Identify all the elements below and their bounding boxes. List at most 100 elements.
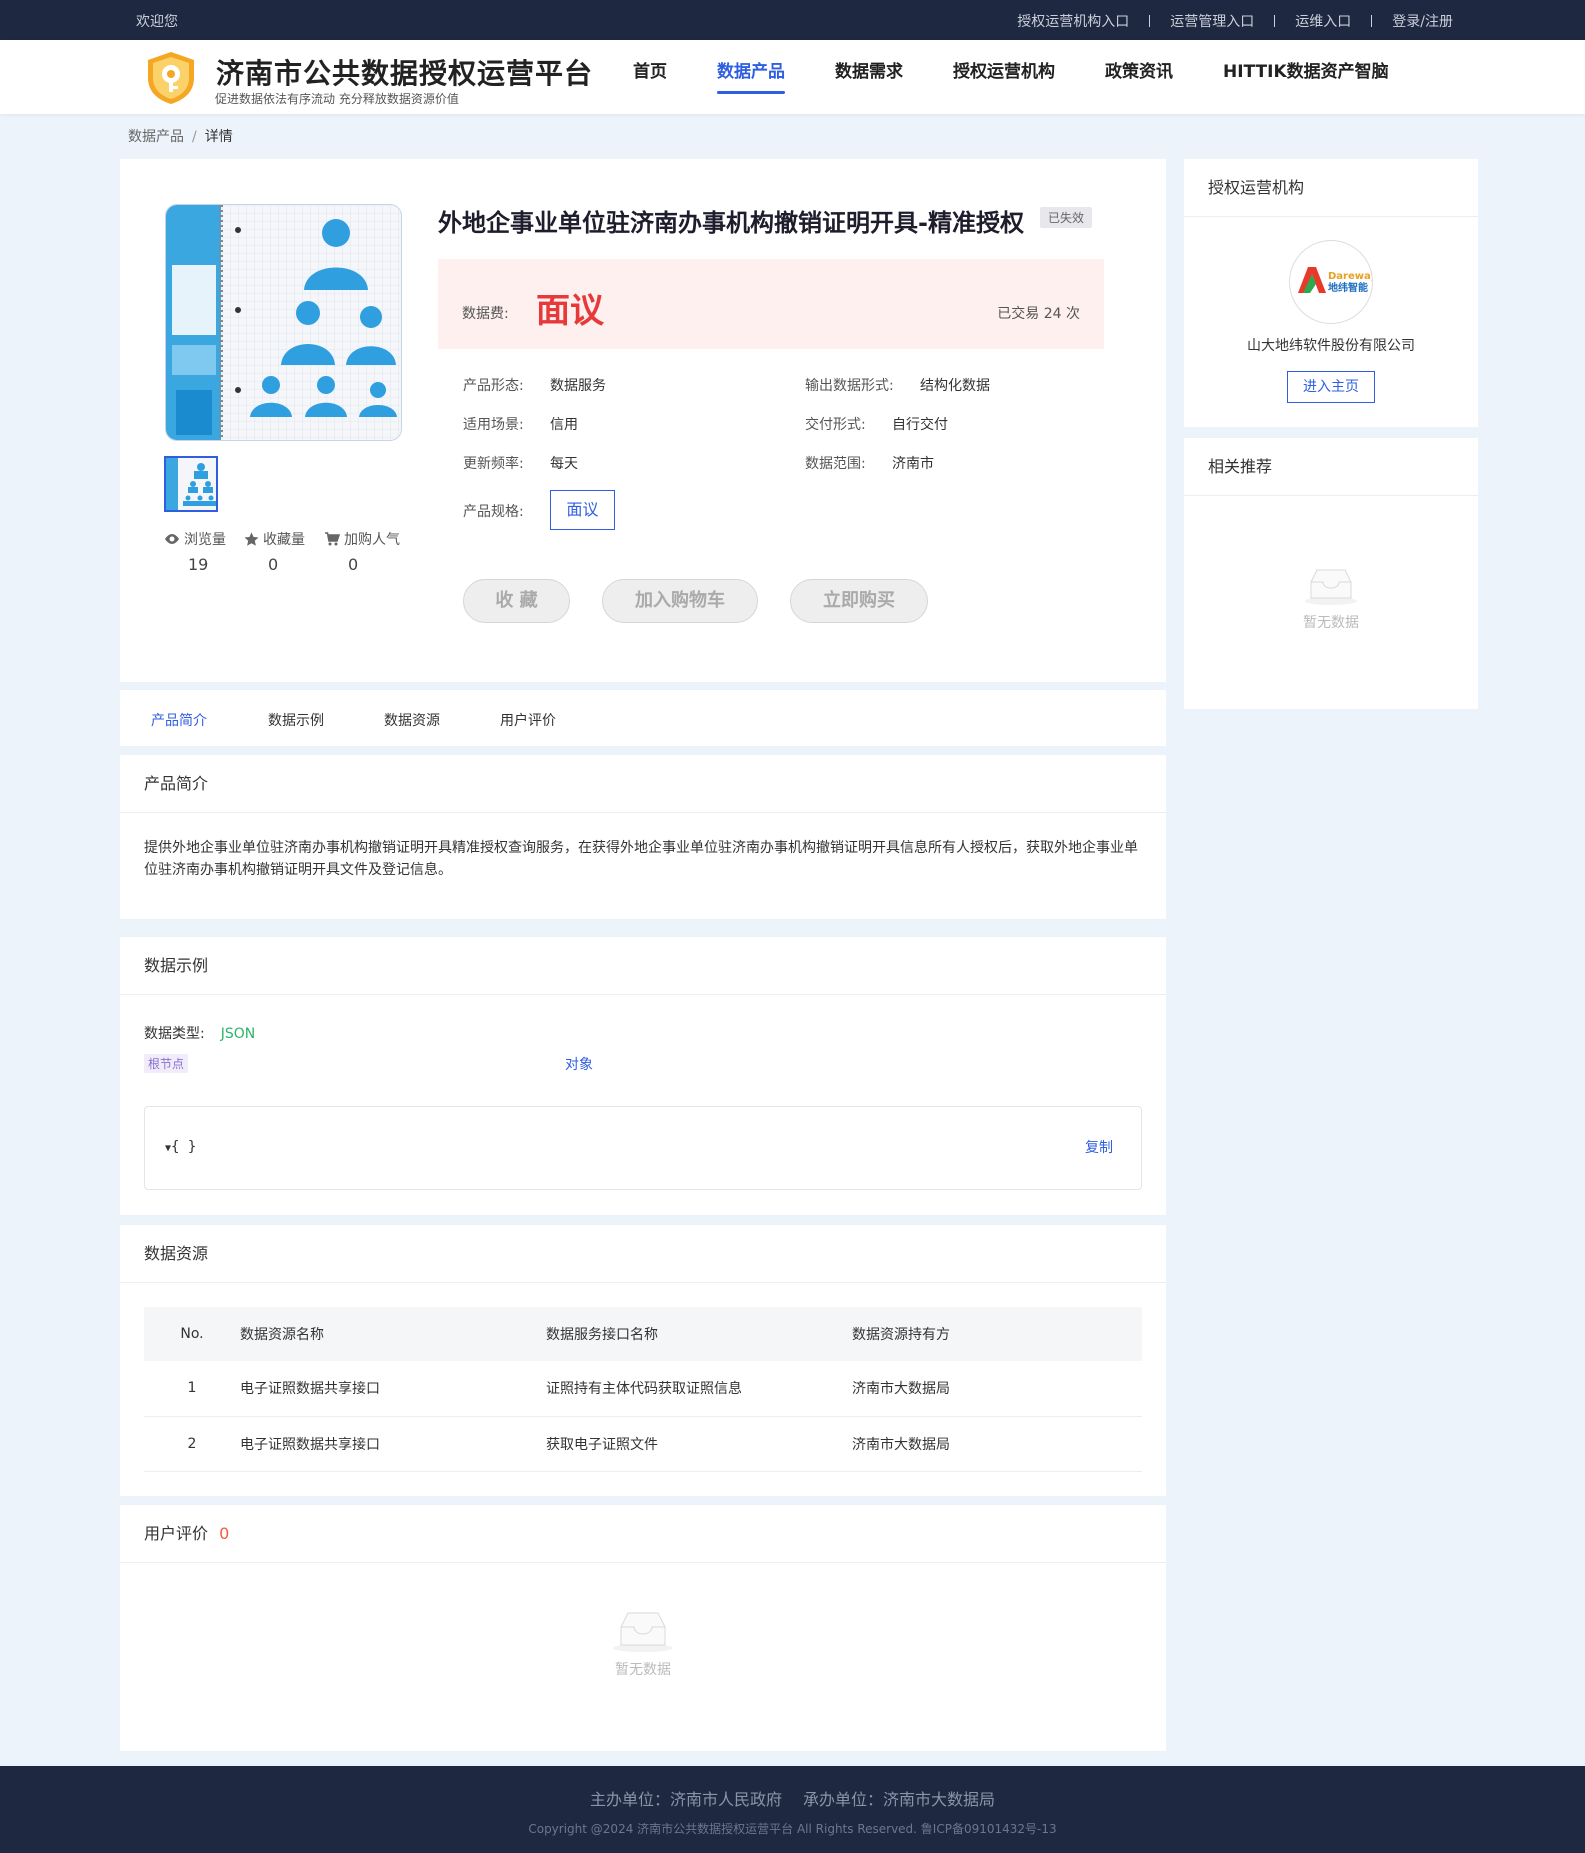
- org-card-title: 授权运营机构: [1184, 159, 1478, 217]
- product-card: 浏览量 19 收藏量 0 加购人气 0 外地企事业单位驻济南办事机构撤销证明开具…: [120, 159, 1166, 682]
- attr-update-frequency: 更新频率: 每天: [463, 453, 578, 473]
- cell-holder: 济南市大数据局: [852, 1416, 1142, 1472]
- tab-reviews[interactable]: 用户评价: [500, 710, 556, 730]
- attr-key: 数据范围:: [805, 456, 866, 472]
- nav-authorized-orgs[interactable]: 授权运营机构: [953, 40, 1055, 114]
- site-header: 济南市公共数据授权运营平台 促进数据依法有序流动 充分释放数据资源价值 首页 数…: [0, 40, 1585, 114]
- attr-delivery: 交付形式: 自行交付: [805, 414, 948, 434]
- cell-no: 1: [144, 1361, 240, 1417]
- site-footer: 主办单位：济南市人民政府 承办单位：济南市大数据局 Copyright @202…: [0, 1766, 1585, 1853]
- cell-no: 2: [144, 1416, 240, 1472]
- org-entry-link[interactable]: 授权运营机构入口: [1017, 11, 1129, 31]
- intro-section: 产品简介 提供外地企事业单位驻济南办事机构撤销证明开具精准授权查询服务，在获得外…: [120, 755, 1166, 919]
- trade-count: 已交易 24 次: [997, 306, 1080, 322]
- status-badge: 已失效: [1040, 207, 1093, 228]
- reviews-title: 用户评价: [144, 1524, 209, 1543]
- sample-section: 数据示例 数据类型: JSON 根节点 对象 ▼{ } 复制: [120, 937, 1166, 1215]
- org-card: 授权运营机构 Dareway 地纬智能 山大地纬软件股份有限公司 进入主页: [1184, 159, 1478, 427]
- buy-now-button[interactable]: 立即购买: [790, 579, 928, 623]
- nav-policy-news[interactable]: 政策资讯: [1105, 40, 1173, 114]
- recommend-empty: 暂无数据: [1184, 566, 1478, 632]
- resources-table: No. 数据资源名称 数据服务接口名称 数据资源持有方 1 电子证照数据共享接口…: [144, 1307, 1142, 1472]
- top-bar: 欢迎您 授权运营机构入口 运营管理入口 运维入口 登录/注册: [0, 0, 1585, 40]
- data-type-value: JSON: [220, 1026, 256, 1042]
- attr-value: 济南市: [892, 456, 934, 472]
- shield-logo-icon[interactable]: [144, 50, 198, 106]
- attr-key: 交付形式:: [805, 417, 866, 433]
- cell-resource-name: 电子证照数据共享接口: [240, 1416, 546, 1472]
- star-icon: [244, 532, 259, 546]
- attr-scenario: 适用场景: 信用: [463, 414, 578, 434]
- add-to-cart-button[interactable]: 加入购物车: [602, 579, 758, 623]
- object-label: 对象: [565, 1057, 593, 1073]
- json-code[interactable]: ▼{ }: [165, 1139, 196, 1155]
- divider: [1371, 15, 1373, 27]
- breadcrumb: 数据产品 / 详情: [128, 126, 233, 146]
- login-register-link[interactable]: 登录/注册: [1392, 11, 1453, 31]
- attr-value: 结构化数据: [920, 378, 990, 394]
- root-node-tag: 根节点: [144, 1054, 189, 1073]
- table-row: 2 电子证照数据共享接口 获取电子证照文件 济南市大数据局: [144, 1416, 1142, 1472]
- nav-data-products[interactable]: 数据产品: [717, 40, 785, 114]
- cell-interface-name: 证照持有主体代码获取证照信息: [546, 1361, 852, 1417]
- intro-title: 产品简介: [120, 755, 1166, 813]
- nav-data-demand[interactable]: 数据需求: [835, 40, 903, 114]
- stat-favorites-label: 收藏量: [263, 532, 305, 548]
- org-logo: Dareway 地纬智能: [1289, 240, 1373, 324]
- table-header-row: No. 数据资源名称 数据服务接口名称 数据资源持有方: [144, 1307, 1142, 1361]
- nav-hittik-brain[interactable]: HITTIK数据资产智脑: [1223, 40, 1389, 114]
- attr-value: 信用: [550, 417, 578, 433]
- tab-resources[interactable]: 数据资源: [384, 710, 440, 730]
- attr-value: 自行交付: [892, 417, 948, 433]
- resources-title: 数据资源: [120, 1225, 1166, 1283]
- welcome-text: 欢迎您: [136, 14, 178, 30]
- spec-option[interactable]: 面议: [550, 490, 615, 530]
- price-value: 面议: [536, 291, 604, 331]
- col-no: No.: [144, 1307, 240, 1361]
- reviews-count: 0: [219, 1524, 230, 1543]
- spec-label: 产品规格:: [463, 504, 524, 520]
- product-thumbnail[interactable]: [164, 456, 218, 512]
- col-interface-name: 数据服务接口名称: [546, 1307, 852, 1361]
- site-title: 济南市公共数据授权运营平台: [216, 57, 594, 90]
- data-type-row: 数据类型: JSON: [144, 1023, 255, 1043]
- attr-value: 每天: [550, 456, 578, 472]
- tab-intro[interactable]: 产品简介: [151, 710, 207, 730]
- favorite-button[interactable]: 收 藏: [463, 579, 570, 623]
- top-links: 授权运营机构入口 运营管理入口 运维入口 登录/注册: [1017, 11, 1453, 31]
- attr-key: 适用场景:: [463, 417, 524, 433]
- maintenance-entry-link[interactable]: 运维入口: [1295, 11, 1351, 31]
- enter-homepage-button[interactable]: 进入主页: [1287, 371, 1375, 403]
- copy-button[interactable]: 复制: [1085, 1137, 1113, 1157]
- col-resource-name: 数据资源名称: [240, 1307, 546, 1361]
- attr-output-format: 输出数据形式: 结构化数据: [805, 375, 990, 395]
- json-code-text: { }: [171, 1139, 197, 1155]
- attr-key: 更新频率:: [463, 456, 524, 472]
- product-title: 外地企事业单位驻济南办事机构撤销证明开具-精准授权: [438, 209, 1024, 237]
- ops-mgmt-entry-link[interactable]: 运营管理入口: [1170, 11, 1254, 31]
- price-box: 数据费: 面议 已交易 24 次: [438, 259, 1104, 349]
- cart-icon: [325, 532, 340, 546]
- stat-favorites: 收藏量 0: [244, 529, 324, 574]
- stat-views: 浏览量 19: [164, 529, 244, 574]
- attr-key: 输出数据形式:: [805, 378, 894, 394]
- breadcrumb-parent[interactable]: 数据产品: [128, 129, 184, 145]
- data-type-label: 数据类型:: [144, 1026, 205, 1042]
- reviews-section: 用户评价 0 暂无数据: [120, 1505, 1166, 1751]
- divider: [1274, 15, 1276, 27]
- product-stats: 浏览量 19 收藏量 0 加购人气 0: [164, 529, 404, 574]
- recommend-empty-text: 暂无数据: [1303, 615, 1359, 631]
- main-nav: 首页 数据产品 数据需求 授权运营机构 政策资讯 HITTIK数据资产智脑: [633, 40, 1439, 114]
- attr-value: 数据服务: [550, 378, 606, 394]
- stat-cart-value: 0: [348, 555, 359, 574]
- eye-icon: [165, 534, 179, 544]
- empty-inbox-icon: [613, 1612, 673, 1652]
- footer-organizers: 主办单位：济南市人民政府 承办单位：济南市大数据局: [589, 1790, 996, 1809]
- reviews-empty-state: 暂无数据: [120, 1609, 1166, 1679]
- attr-data-range: 数据范围: 济南市: [805, 453, 934, 473]
- footer-copyright: Copyright @2024 济南市公共数据授权运营平台 All Rights…: [528, 1822, 1057, 1836]
- detail-tabs: 产品简介 数据示例 数据资源 用户评价: [120, 690, 1166, 746]
- nav-home[interactable]: 首页: [633, 40, 667, 114]
- tab-sample[interactable]: 数据示例: [268, 710, 324, 730]
- stat-views-label: 浏览量: [184, 532, 226, 548]
